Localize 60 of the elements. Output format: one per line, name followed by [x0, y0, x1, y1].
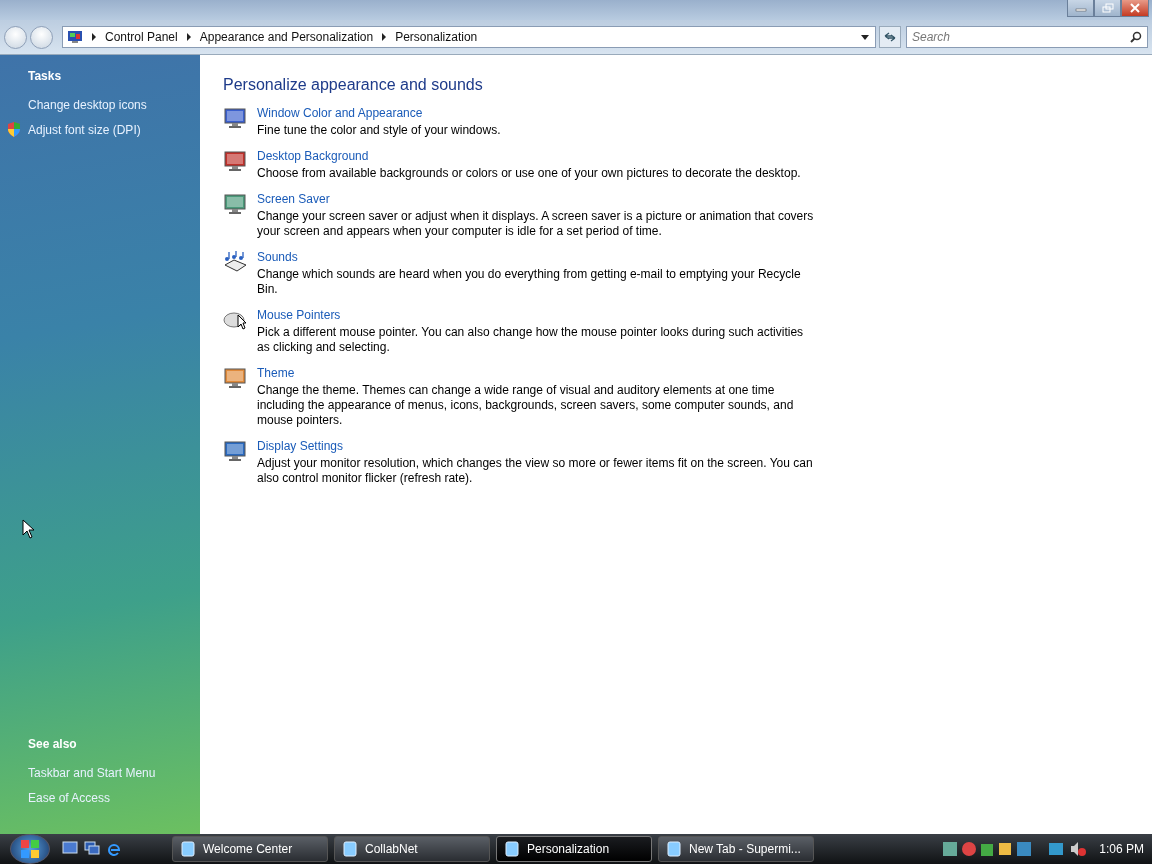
monitor-icon	[223, 367, 247, 389]
music-notes-icon	[223, 251, 247, 273]
minimize-button[interactable]	[1067, 0, 1094, 17]
setting-link[interactable]: Sounds	[257, 250, 298, 264]
mouse-cursor-icon	[22, 519, 35, 539]
start-button[interactable]	[10, 834, 50, 864]
breadcrumb-item[interactable]: Control Panel	[105, 30, 178, 44]
taskbar-button[interactable]: New Tab - Supermi...	[658, 836, 814, 862]
address-bar[interactable]: Control Panel Appearance and Personalization Personalization	[62, 26, 876, 48]
show-desktop-icon[interactable]	[62, 841, 78, 855]
section-heading: Tasks	[27, 69, 63, 83]
setting-description: Change which sounds are heard when you do everything from getting e-mail to emptying your Recycle Bin.	[257, 267, 802, 297]
setting-link[interactable]: Theme	[257, 366, 295, 380]
setting-link[interactable]: Mouse Pointers	[257, 308, 341, 322]
page-heading: Personalize appearance and sounds	[223, 76, 484, 94]
search-icon	[1130, 31, 1142, 43]
windows-logo-icon	[20, 839, 40, 859]
setting-link[interactable]: Screen Saver	[257, 192, 330, 206]
setting-description: Pick a different mouse pointer. You can also change how the mouse pointer looks during such activities as clicking and selecting.	[257, 325, 805, 355]
monitor-icon	[223, 440, 247, 462]
taskbar-button[interactable]: CollabNet	[334, 836, 490, 862]
task-link[interactable]: Change desktop icons	[28, 97, 147, 112]
setting-description: Adjust your monitor resolution, which changes the view so more or fewer items fit on the screen. You can also control monitor flicker (refresh rate).	[257, 456, 814, 486]
setting-link[interactable]: Display Settings	[257, 439, 344, 453]
switch-windows-icon[interactable]	[84, 841, 100, 855]
monitor-icon	[223, 193, 247, 215]
monitor-icon	[223, 150, 247, 172]
window-icon	[343, 841, 357, 857]
breadcrumb-item[interactable]: Personalization	[395, 30, 478, 44]
monitor-icon	[223, 107, 247, 129]
browser-icon[interactable]	[106, 841, 122, 857]
shield-icon	[7, 122, 21, 137]
restore-button[interactable]	[1094, 0, 1121, 17]
dropdown-icon	[861, 34, 869, 40]
chevron-icon	[381, 33, 388, 41]
close-button[interactable]	[1121, 0, 1149, 17]
window-icon	[181, 841, 195, 857]
chevron-icon	[91, 33, 97, 41]
setting-description: Choose from available backgrounds or colors or use one of your own pictures to decorate the desktop.	[257, 166, 802, 181]
taskbar-button[interactable]: Personalization	[496, 836, 652, 862]
search-field[interactable]: Search	[906, 26, 1148, 48]
clock: 1:06 PM	[1099, 842, 1144, 856]
setting-description: Change your screen saver or adjust when it displays. A screen saver is a picture or animation that covers your screen and appears when your computer is idle for a set period of time.	[257, 209, 814, 239]
task-link[interactable]: Adjust font size (DPI)	[28, 122, 141, 137]
breadcrumb-item[interactable]: Appearance and Personalization	[199, 30, 374, 44]
restore-icon	[1101, 3, 1114, 13]
refresh-button[interactable]	[879, 26, 901, 48]
setting-link[interactable]: Desktop Background	[257, 149, 369, 163]
setting-description: Fine tune the color and style of your windows.	[257, 123, 502, 138]
taskbar-button[interactable]: Welcome Center	[172, 836, 328, 862]
mouse-icon	[223, 309, 247, 331]
close-icon	[1129, 3, 1141, 13]
section-heading: See also	[27, 737, 78, 751]
setting-description: Change the theme. Themes can change a wide range of visual and auditory elements at one time including the appearance of menus, icons, backgrounds, screen savers, some computer sounds, and mouse pointers.	[257, 383, 795, 428]
window-icon	[505, 841, 519, 857]
window-icon	[667, 841, 681, 857]
chevron-icon	[185, 33, 192, 41]
setting-link[interactable]: Window Color and Appearance	[257, 106, 423, 120]
refresh-icon	[883, 31, 897, 43]
control-panel-icon	[67, 30, 83, 44]
